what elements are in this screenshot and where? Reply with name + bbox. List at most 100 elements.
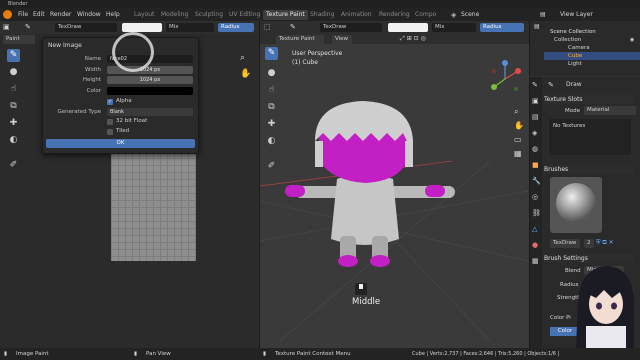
image-toolbar: ✎ ● ☝ ⧉ ✚ ◐ ✐ xyxy=(4,49,22,199)
tab-rendering[interactable]: Rendering xyxy=(376,10,413,20)
visibility-eye-icon[interactable]: ◉ xyxy=(630,37,634,43)
float-checkbox[interactable] xyxy=(107,119,113,125)
clone-tool-icon[interactable]: ⧉ xyxy=(7,100,20,113)
fill-tool-icon[interactable]: ✚ xyxy=(7,117,20,130)
annotate-tool-icon[interactable]: ✐ xyxy=(7,159,20,172)
viewport-color-swatch[interactable] xyxy=(388,23,428,32)
tab-sculpting[interactable]: Sculpting xyxy=(192,10,226,20)
render-tab-icon[interactable]: ▣ xyxy=(532,97,539,105)
material-tab-icon[interactable]: ● xyxy=(532,241,538,249)
brushes-header[interactable]: Brushes xyxy=(544,165,634,174)
mask-tool-icon[interactable]: ◐ xyxy=(7,134,20,147)
mouse-right-icon: ▮ xyxy=(263,351,267,357)
menu-file[interactable]: File xyxy=(18,11,28,18)
view-layer-icon[interactable]: ▤ xyxy=(540,11,546,18)
outliner-panel: ▤ Scene Collection Collection Camera Cub… xyxy=(529,21,640,76)
scene-collection-label[interactable]: Scene Collection xyxy=(550,29,596,35)
brush-preview[interactable] xyxy=(550,177,602,233)
tab-uv-editing[interactable]: UV Editing xyxy=(226,10,263,20)
viewport-view-menu[interactable]: View xyxy=(332,35,352,44)
smear-tool-icon[interactable]: ☝ xyxy=(7,83,20,96)
zoom-icon[interactable]: ⌕ xyxy=(240,53,245,63)
generated-type-dropdown[interactable]: Blank xyxy=(107,108,193,116)
mouse-left-icon: ▮ xyxy=(4,351,8,357)
view-layer-name[interactable]: View Layer xyxy=(560,11,593,18)
alpha-checkbox[interactable]: ✓ xyxy=(107,99,113,105)
viewport-blend-dropdown[interactable]: Mix xyxy=(432,23,476,32)
color-swatch[interactable] xyxy=(107,87,193,95)
outliner-filter-icon[interactable]: ▤ xyxy=(534,23,540,30)
blender-logo-icon[interactable] xyxy=(3,10,12,19)
object-label: (1) Cube xyxy=(292,59,318,66)
editor-type-icon[interactable]: ▣ xyxy=(3,23,10,31)
outliner-item-camera[interactable]: Camera xyxy=(568,45,590,51)
tab-modeling[interactable]: Modeling xyxy=(158,10,191,20)
vp-hand-icon[interactable]: ✋ xyxy=(514,121,524,130)
menu-window[interactable]: Window xyxy=(77,11,101,18)
vp-grid-icon[interactable]: ▦ xyxy=(514,149,522,158)
texture-slots-header[interactable]: Texture Slots xyxy=(544,95,634,104)
status-bar: ▮ Image Paint ▮ Pan View ▮ Texture Paint… xyxy=(0,348,640,360)
hand-pan-icon[interactable]: ✋ xyxy=(240,69,251,79)
scene-tab-icon[interactable]: ◈ xyxy=(532,129,537,137)
soften-tool-icon[interactable]: ● xyxy=(7,66,20,79)
world-tab-icon[interactable]: ◍ xyxy=(532,145,538,153)
orientation-gizmo-icon[interactable] xyxy=(485,59,525,99)
fake-user-icon[interactable]: ⛨ ⧉ ✕ xyxy=(596,239,614,247)
radius-field[interactable]: Radius xyxy=(218,23,254,32)
tab-shading[interactable]: Shading xyxy=(307,10,337,20)
height-label: Height xyxy=(82,77,101,83)
viewport-editor-icon[interactable]: ⬚ xyxy=(264,23,271,31)
tab-texture-paint[interactable]: Texture Paint xyxy=(263,10,308,20)
menu-render[interactable]: Render xyxy=(50,11,71,18)
output-tab-icon[interactable]: ▤ xyxy=(532,113,539,121)
tiled-checkbox[interactable] xyxy=(107,129,113,135)
brush-tool-icon[interactable]: ✎ xyxy=(25,23,31,31)
top-menu-bar: File Edit Render Window Help Layout Mode… xyxy=(0,8,640,21)
scene-name[interactable]: Scene xyxy=(461,11,479,18)
height-field[interactable]: 1024 px xyxy=(107,76,193,84)
texture-tab-icon[interactable]: ▦ xyxy=(532,257,539,265)
tab-animation[interactable]: Animation xyxy=(338,10,375,20)
float-label: 32 bit Float xyxy=(116,118,148,124)
modifier-tab-icon[interactable]: 🔧 xyxy=(532,177,541,185)
ok-button[interactable]: OK xyxy=(46,139,195,148)
tab-layout[interactable]: Layout xyxy=(131,10,157,20)
viewport-brush-selector[interactable]: TexDraw xyxy=(320,23,382,32)
scene-icon[interactable]: ◈ xyxy=(451,11,456,19)
menu-help[interactable]: Help xyxy=(106,11,120,18)
draw-tool-icon[interactable]: ✎ xyxy=(7,49,20,62)
vp-smear-tool-icon[interactable]: ☝ xyxy=(265,84,278,97)
mode-dropdown-prop[interactable]: Material xyxy=(584,106,636,115)
texture-slot-list[interactable]: No Textures xyxy=(549,119,631,155)
symmetry-icons[interactable]: ⤢ ⊞ ⊡ ◎ xyxy=(400,35,426,43)
vp-camera-icon[interactable]: ▭ xyxy=(514,135,522,144)
viewport-brush-icon[interactable]: ✎ xyxy=(290,23,296,31)
brush-selector[interactable]: TexDraw xyxy=(55,23,117,32)
object-tab-icon[interactable]: ■ xyxy=(532,161,539,169)
constraints-tab-icon[interactable]: ⛓ xyxy=(532,209,541,217)
mode-dropdown[interactable]: Paint xyxy=(3,35,35,44)
title-bar: Blender xyxy=(0,0,640,8)
data-tab-icon[interactable]: △ xyxy=(532,225,537,233)
blend-mode-dropdown[interactable]: Mix xyxy=(166,23,214,32)
tab-compositing[interactable]: Compo xyxy=(412,10,439,20)
outliner-item-cube[interactable]: Cube xyxy=(568,53,582,59)
perspective-label: User Perspective xyxy=(292,50,343,57)
status-mid2-text: Texture Paint Context Menu xyxy=(275,351,351,357)
vp-draw-tool-icon[interactable]: ✎ xyxy=(265,47,278,60)
brush-user-count[interactable]: 2 xyxy=(584,239,594,248)
physics-tab-icon[interactable]: ◎ xyxy=(532,193,538,201)
outliner-item-collection[interactable]: Collection xyxy=(554,37,581,43)
menu-edit[interactable]: Edit xyxy=(33,11,45,18)
uv-image-canvas[interactable] xyxy=(111,151,196,261)
vp-soften-tool-icon[interactable]: ● xyxy=(265,67,278,80)
vp-zoom-icon[interactable]: ⌕ xyxy=(514,107,518,117)
viewport-mode-dropdown[interactable]: Texture Paint xyxy=(276,35,324,44)
outliner-item-light[interactable]: Light xyxy=(568,61,582,67)
brush-name-field[interactable]: TexDraw xyxy=(550,239,580,248)
viewport-radius-field[interactable]: Radius xyxy=(480,23,524,32)
brush-color-swatch[interactable] xyxy=(122,23,162,32)
tool-tab-icon[interactable]: ✎ xyxy=(532,81,538,89)
character-model[interactable] xyxy=(275,101,475,291)
